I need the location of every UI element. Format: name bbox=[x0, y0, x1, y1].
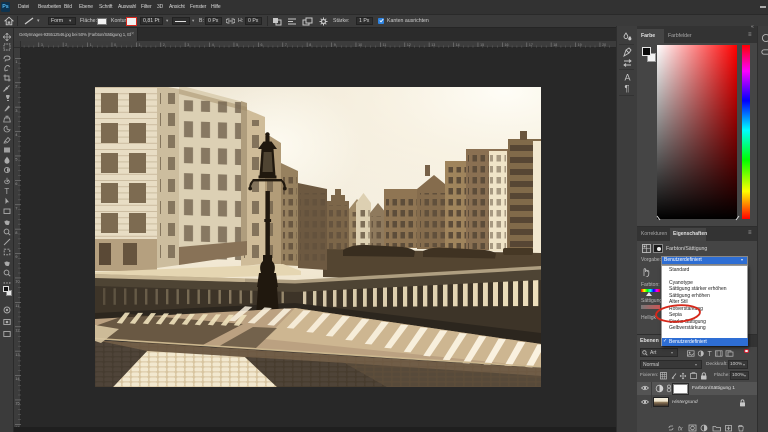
svg-text:6: 6 bbox=[15, 181, 18, 186]
svg-text:3: 3 bbox=[41, 43, 43, 47]
svg-text:2: 2 bbox=[15, 83, 18, 88]
svg-text:7: 7 bbox=[285, 43, 287, 47]
svg-text:5: 5 bbox=[236, 43, 238, 47]
svg-text:6: 6 bbox=[261, 43, 263, 47]
svg-text:13: 13 bbox=[431, 43, 435, 47]
svg-text:8: 8 bbox=[309, 43, 311, 47]
svg-text:9: 9 bbox=[334, 43, 336, 47]
svg-text:20: 20 bbox=[602, 43, 606, 47]
svg-text:T: T bbox=[4, 187, 9, 195]
svg-text:3: 3 bbox=[15, 108, 18, 113]
svg-text:14: 14 bbox=[15, 376, 20, 381]
svg-text:4: 4 bbox=[212, 43, 214, 47]
svg-text:7: 7 bbox=[15, 205, 18, 210]
svg-text:14: 14 bbox=[456, 43, 460, 47]
svg-text:fx: fx bbox=[678, 427, 684, 432]
svg-text:13: 13 bbox=[15, 352, 20, 357]
svg-text:11: 11 bbox=[383, 43, 387, 47]
svg-text:1: 1 bbox=[15, 59, 18, 64]
svg-text:15: 15 bbox=[480, 43, 484, 47]
svg-text:4: 4 bbox=[15, 132, 18, 137]
svg-text:1: 1 bbox=[139, 43, 141, 47]
svg-text:3: 3 bbox=[187, 43, 189, 47]
svg-text:2: 2 bbox=[163, 43, 165, 47]
svg-text:9: 9 bbox=[15, 254, 18, 259]
svg-text:18: 18 bbox=[553, 43, 557, 47]
svg-text:12: 12 bbox=[15, 327, 20, 332]
svg-text:8: 8 bbox=[15, 230, 18, 235]
svg-text:10: 10 bbox=[15, 279, 20, 284]
svg-text:15: 15 bbox=[15, 401, 20, 406]
svg-text:5: 5 bbox=[15, 157, 18, 162]
svg-text:16: 16 bbox=[505, 43, 509, 47]
svg-text:12: 12 bbox=[407, 43, 411, 47]
svg-text:¶: ¶ bbox=[625, 84, 630, 94]
svg-text:2: 2 bbox=[65, 43, 67, 47]
svg-text:17: 17 bbox=[529, 43, 533, 47]
svg-text:0: 0 bbox=[114, 43, 116, 47]
svg-text:1: 1 bbox=[90, 43, 92, 47]
svg-text:19: 19 bbox=[578, 43, 582, 47]
svg-text:10: 10 bbox=[358, 43, 362, 47]
svg-text:A: A bbox=[625, 73, 631, 83]
svg-text:T: T bbox=[708, 351, 713, 357]
